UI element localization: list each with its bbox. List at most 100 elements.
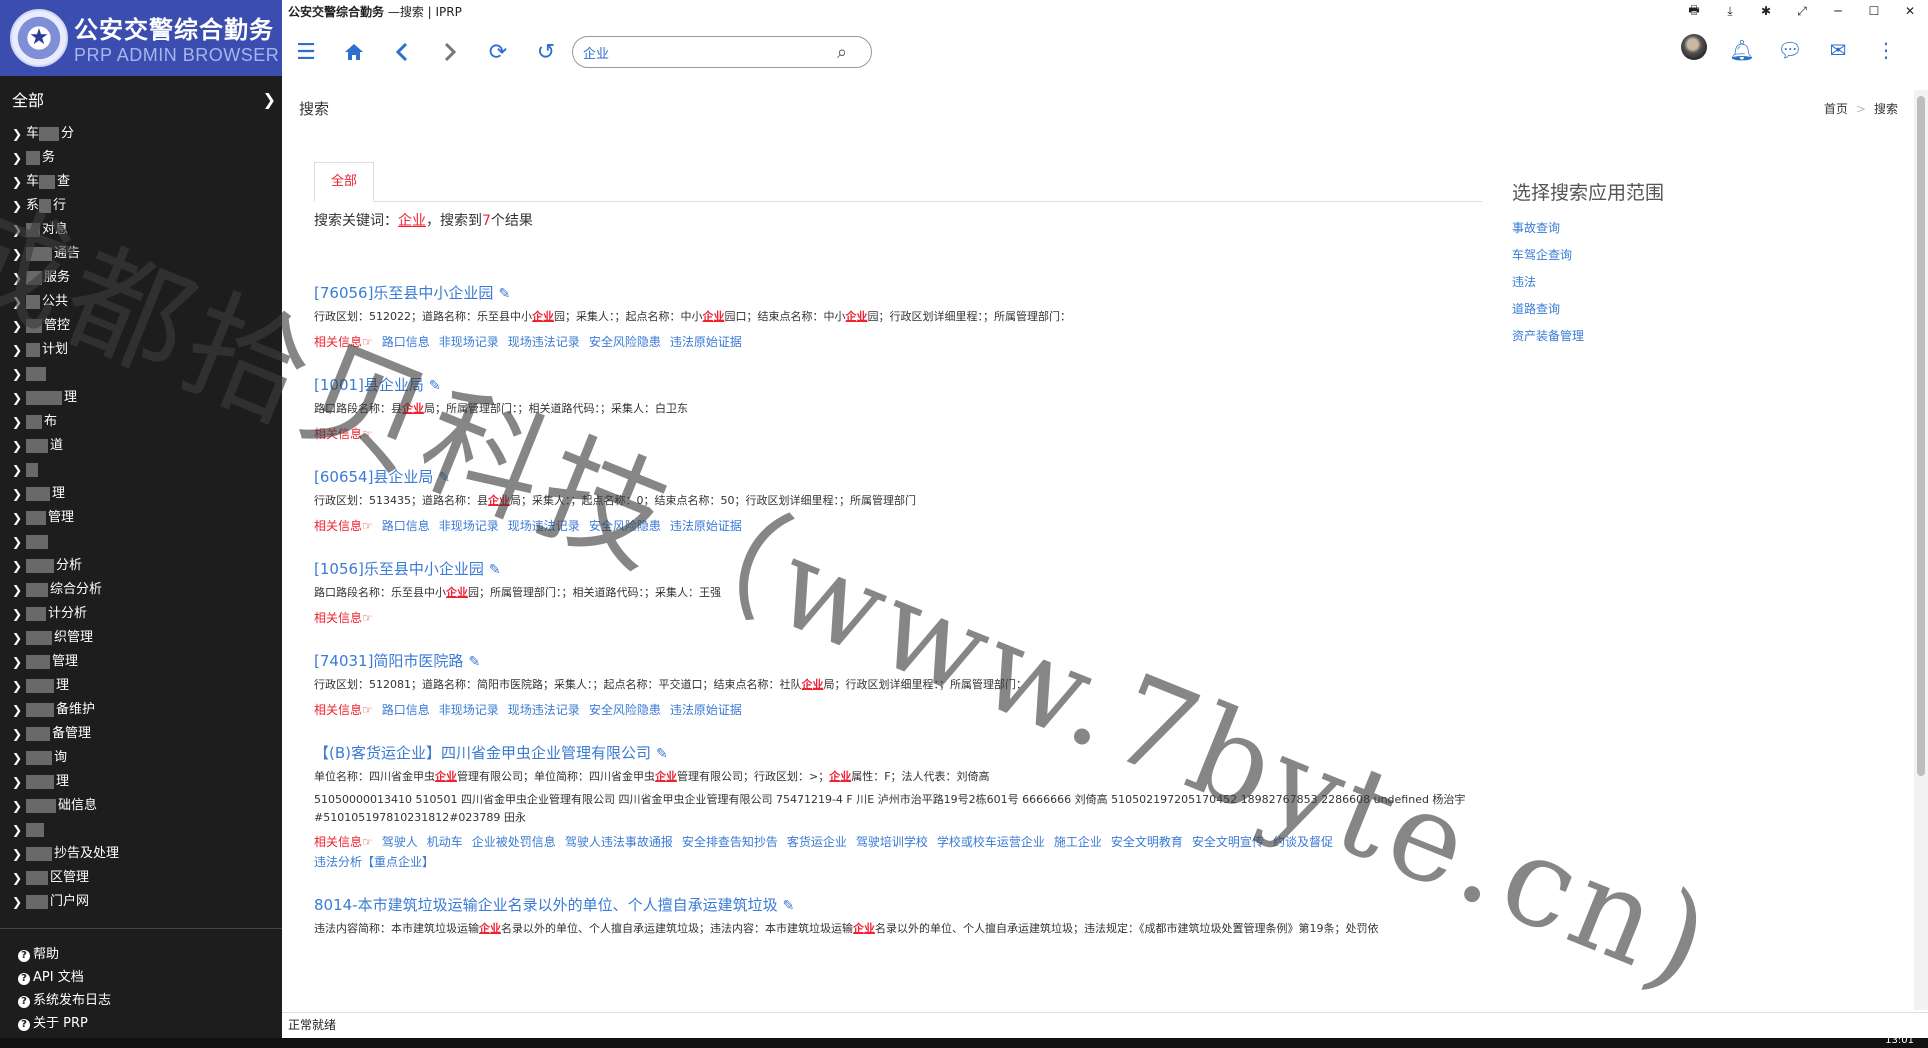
result-related-link[interactable]: 路口信息 [382,335,430,349]
result-related-link[interactable]: 违法原始证据 [670,519,742,533]
sidebar-item[interactable]: ❯ 管控 [12,314,282,338]
edit-icon[interactable]: ✎ [656,746,668,762]
bell-icon[interactable]: 🔔︎ [1718,38,1766,62]
sidebar-item[interactable]: ❯ 织管理 [12,626,282,650]
related-info-link[interactable]: 相关信息☞ [314,427,373,441]
close-icon[interactable]: ✕ [1892,4,1928,18]
related-info-link[interactable]: 相关信息☞ [314,611,373,625]
related-info-link[interactable]: 相关信息☞ [314,519,373,533]
result-related-link[interactable]: 施工企业 [1054,835,1102,849]
sidebar-item[interactable]: ❯ 道 [12,434,282,458]
sidebar-item[interactable]: ❯ [12,818,282,842]
menu-scope-selector[interactable]: 全部 ❯ [0,76,282,122]
chat-icon[interactable]: 💬︎ [1766,38,1814,62]
sidebar-item[interactable]: ❯ 对息 [12,218,282,242]
edit-icon[interactable]: ✎ [438,470,450,486]
breadcrumb-home[interactable]: 首页 [1824,102,1848,116]
sidebar-item[interactable]: ❯ 通告 [12,242,282,266]
sidebar-item[interactable]: ❯ 布 [12,410,282,434]
scope-link[interactable]: 事故查询 [1512,215,1812,242]
result-related-link[interactable]: 违法原始证据 [670,335,742,349]
avatar-button[interactable] [1670,34,1718,65]
sidebar-item[interactable]: ❯ 理 [12,386,282,410]
result-related-link[interactable]: 违法分析【重点企业】 [314,855,434,869]
sidebar-item[interactable]: ❯ 区管理 [12,866,282,890]
sidebar-item[interactable]: ❯ 管理 [12,650,282,674]
result-related-link[interactable]: 路口信息 [382,703,430,717]
related-info-link[interactable]: 相关信息☞ [314,703,373,717]
expand-icon[interactable]: ⤢ [1784,4,1820,19]
result-title[interactable]: [76056]乐至县中小企业园 ✎ [314,282,1498,304]
scope-link[interactable]: 道路查询 [1512,296,1812,323]
result-related-link[interactable]: 驾驶人违法事故通报 [565,835,673,849]
result-related-link[interactable]: 现场违法记录 [508,519,580,533]
sidebar-item[interactable]: ❯ 系行 [12,194,282,218]
result-title[interactable]: 【(B)客货运企业】四川省金甲虫企业管理有限公司 ✎ [314,742,1498,764]
sidebar-bottom-link[interactable]: ? 帮助 [0,943,282,966]
download-icon[interactable]: ⤓ [1712,4,1748,19]
result-related-link[interactable]: 驾驶人 [382,835,418,849]
sidebar-item[interactable]: ❯ 门户网 [12,890,282,914]
result-related-link[interactable]: 非现场记录 [439,519,499,533]
sidebar-item[interactable]: ❯ 管理 [12,506,282,530]
menu-toggle-icon[interactable]: ☰ [282,32,330,72]
sidebar-item[interactable]: ❯ 综合分析 [12,578,282,602]
result-related-link[interactable]: 现场违法记录 [508,335,580,349]
edit-icon[interactable]: ✎ [429,378,441,394]
result-related-link[interactable]: 约谈及督促 [1273,835,1333,849]
result-title[interactable]: 8014-本市建筑垃圾运输企业名录以外的单位、个人擅自承运建筑垃圾 ✎ [314,894,1498,916]
result-related-link[interactable]: 违法原始证据 [670,703,742,717]
sidebar-bottom-link[interactable]: ? 关于 PRP [0,1012,282,1035]
result-related-link[interactable]: 非现场记录 [439,703,499,717]
result-related-link[interactable]: 非现场记录 [439,335,499,349]
sidebar-item[interactable]: ❯ 车 查 [12,170,282,194]
sidebar-bottom-link[interactable]: ? 系统发布日志 [0,989,282,1012]
search-icon[interactable]: ⌕ [837,42,847,63]
sidebar-item[interactable]: ❯ 理 [12,482,282,506]
related-info-link[interactable]: 相关信息☞ [314,335,373,349]
result-related-link[interactable]: 安全文明宣传 [1192,835,1264,849]
scope-link[interactable]: 违法 [1512,269,1812,296]
result-related-link[interactable]: 安全排查告知抄告 [682,835,778,849]
result-title[interactable]: [60654]县企业局 ✎ [314,466,1498,488]
bug-icon[interactable]: ✱ [1748,4,1784,18]
refresh-icon[interactable]: ⟳ [474,32,522,72]
more-vertical-icon[interactable]: ⋮ [1862,38,1910,62]
result-related-link[interactable]: 客货运企业 [787,835,847,849]
result-related-link[interactable]: 现场违法记录 [508,703,580,717]
result-title[interactable]: [1056]乐至县中小企业园 ✎ [314,558,1498,580]
back-icon[interactable] [378,32,426,72]
maximize-icon[interactable]: ☐ [1856,4,1892,18]
sidebar-item[interactable]: ❯ 务 [12,146,282,170]
sidebar-bottom-link[interactable]: ? API 文档 [0,966,282,989]
scope-link[interactable]: 车驾企查询 [1512,242,1812,269]
sidebar-item[interactable]: ❯ 计分析 [12,602,282,626]
result-related-link[interactable]: 安全风险隐患 [589,519,661,533]
result-related-link[interactable]: 安全文明教育 [1111,835,1183,849]
sidebar-item[interactable]: ❯ 理 [12,770,282,794]
sidebar-item[interactable]: ❯ 公共 [12,290,282,314]
sidebar-item[interactable]: ❯ 服务 [12,266,282,290]
result-related-link[interactable]: 学校或校车运营企业 [937,835,1045,849]
scroll-thumb[interactable] [1917,96,1925,776]
minimize-icon[interactable]: ─ [1820,4,1856,18]
sidebar-item[interactable]: ❯ 理 [12,674,282,698]
sidebar-item[interactable]: ❯ [12,362,282,386]
edit-icon[interactable]: ✎ [783,898,795,914]
scope-link[interactable]: 资产装备管理 [1512,323,1812,350]
brand-header[interactable]: 公安交警综合勤务 PRP ADMIN BROWSER [0,0,282,76]
result-related-link[interactable]: 安全风险隐患 [589,703,661,717]
sidebar-item[interactable]: ❯ [12,530,282,554]
tab-all[interactable]: 全部 [314,162,375,202]
search-input[interactable] [583,44,833,60]
mail-icon[interactable]: ✉ [1814,38,1862,62]
sidebar-item[interactable]: ❯ 备管理 [12,722,282,746]
home-icon[interactable] [330,32,378,72]
edit-icon[interactable]: ✎ [468,654,480,670]
sidebar-item[interactable]: ❯ 础信息 [12,794,282,818]
sidebar-item[interactable]: ❯ 备维护 [12,698,282,722]
result-related-link[interactable]: 安全风险隐患 [589,335,661,349]
edit-icon[interactable]: ✎ [498,286,510,302]
sidebar-item[interactable]: ❯ 计划 [12,338,282,362]
sidebar-item[interactable]: ❯ 分析 [12,554,282,578]
